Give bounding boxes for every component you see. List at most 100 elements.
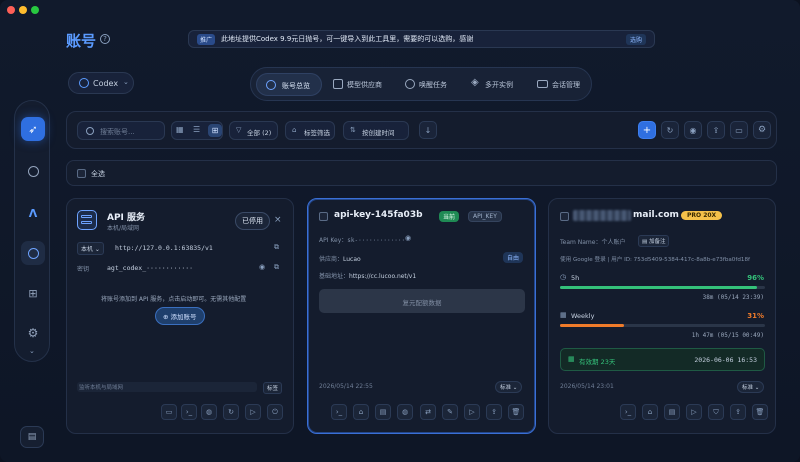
sidebar-item-antigravity[interactable]: Λ bbox=[21, 201, 45, 225]
notice-bar: 推广 此地址提供Codex 9.9元日抛号，可一键导入到此工具里，需要的可以选购… bbox=[188, 30, 655, 48]
acct-delete-button[interactable]: 🗑 bbox=[752, 404, 768, 420]
api-terminal-button[interactable]: ›_ bbox=[181, 404, 197, 420]
search-input[interactable]: 搜索账号... bbox=[100, 127, 135, 137]
sidebar-item-rocket[interactable]: ➶ bbox=[21, 117, 45, 141]
sidebar-item-settings[interactable]: ⚙ bbox=[21, 321, 45, 345]
tag-filter-label: 标签筛选 bbox=[304, 129, 330, 137]
chevron-down-icon[interactable]: ⌄ bbox=[29, 347, 35, 355]
provider-value: Lucao bbox=[343, 256, 361, 263]
select-all-checkbox[interactable] bbox=[77, 169, 86, 178]
settings-button[interactable]: ⚙ bbox=[753, 121, 771, 139]
filter-all-button[interactable]: ▽ 全部 (2) bbox=[229, 121, 278, 140]
tier-select[interactable]: 标准 ⌄ bbox=[737, 381, 765, 393]
acct-tag-button[interactable]: ⌂ bbox=[642, 404, 658, 420]
footer-input[interactable]: 监听本机与局域网 bbox=[77, 382, 257, 392]
close-icon[interactable]: × bbox=[274, 215, 282, 225]
tab-instances[interactable]: ◈ 多开实例 bbox=[469, 73, 525, 96]
play-icon: ▷ bbox=[250, 408, 256, 416]
tab-providers-label: 模型供应商 bbox=[347, 81, 382, 89]
tag-filter-button[interactable]: ⌂ 标签筛选 bbox=[285, 121, 335, 140]
eye-icon[interactable]: ◉ bbox=[405, 234, 411, 242]
acct-terminal-button[interactable]: ›_ bbox=[620, 404, 636, 420]
help-icon[interactable]: ? bbox=[100, 34, 110, 44]
tab-wakeup[interactable]: 唤醒任务 bbox=[403, 73, 463, 96]
api-service-title: API 服务 bbox=[107, 213, 146, 223]
terminal-icon: ›_ bbox=[185, 408, 193, 416]
refresh-icon: ↻ bbox=[666, 125, 674, 135]
table-view-icon[interactable]: ▦ bbox=[176, 125, 184, 134]
filter-icon: ▽ bbox=[236, 126, 242, 134]
quota-weekly-label: Weekly bbox=[571, 312, 595, 320]
api-empty-text: 将账号添加到 API 服务，点击启动即可。无需其他配置 bbox=[101, 296, 247, 303]
quota-weekly-reset: 1h 47m (05/15 00:49) bbox=[691, 332, 764, 339]
notice-action-button[interactable]: 选购 bbox=[625, 34, 646, 45]
eye-icon[interactable]: ◉ bbox=[259, 263, 265, 271]
acct-shield-button[interactable]: ⛉ bbox=[708, 404, 724, 420]
scope-select[interactable]: 本机 ⌄ bbox=[77, 242, 104, 255]
key-switch-button[interactable]: ⇄ bbox=[420, 404, 436, 420]
api-status-button[interactable]: 已停用 bbox=[235, 212, 270, 230]
plan-badge: PRO 20X bbox=[681, 211, 723, 220]
api-key-label: 密钥 bbox=[77, 266, 90, 273]
card-checkbox[interactable] bbox=[560, 212, 569, 221]
search-box[interactable]: 搜索账号... bbox=[77, 121, 165, 140]
import-button[interactable]: ▭ bbox=[730, 121, 748, 139]
tab-providers[interactable]: 模型供应商 bbox=[331, 73, 397, 96]
card-checkbox[interactable] bbox=[319, 212, 328, 221]
key-play-button[interactable]: ▷ bbox=[464, 404, 480, 420]
api-start-button[interactable]: ▷ bbox=[245, 404, 261, 420]
close-dot[interactable] bbox=[7, 6, 15, 14]
acct-doc-button[interactable]: ▤ bbox=[664, 404, 680, 420]
sort-button[interactable]: ⇅ 按创建时间 bbox=[343, 121, 409, 140]
add-account-to-api-button[interactable]: ⊕ 添加账号 bbox=[155, 307, 205, 325]
api-database-button[interactable]: ◍ bbox=[201, 404, 217, 420]
doc-button[interactable]: ▤ bbox=[20, 426, 44, 448]
grid-view-icon[interactable]: ⊞ bbox=[208, 124, 222, 137]
expiry-box: ▦ 有效期 23天 2026-06-06 16:53 bbox=[560, 348, 765, 371]
tier-select[interactable]: 标准 ⌄ bbox=[495, 381, 523, 393]
restore-quota-button[interactable]: 复元配额数据 bbox=[319, 289, 525, 313]
tab-overview[interactable]: 账号总览 bbox=[256, 73, 322, 96]
sort-direction-button[interactable]: ↓ bbox=[419, 121, 437, 139]
sidebar-item-dashboard[interactable] bbox=[21, 159, 45, 183]
api-power-button[interactable]: ⏻ bbox=[267, 404, 283, 420]
list-view-icon[interactable]: ☰ bbox=[193, 125, 200, 134]
export-button[interactable]: ⇪ bbox=[707, 121, 725, 139]
tag-icon: ⌂ bbox=[647, 408, 653, 416]
copy-icon[interactable]: ⧉ bbox=[274, 263, 279, 272]
visibility-button[interactable]: ◉ bbox=[684, 121, 702, 139]
scope-label: 本机 bbox=[81, 246, 94, 253]
copy-icon[interactable]: ⧉ bbox=[274, 243, 279, 252]
footer-tag[interactable]: 标签 bbox=[263, 382, 283, 394]
sidebar-item-apps[interactable]: ⊞ bbox=[21, 281, 45, 305]
api-service-card: API 服务 本机/局域网 已停用 × 本机 ⌄ http://127.0.0.… bbox=[66, 198, 294, 434]
key-terminal-button[interactable]: ›_ bbox=[331, 404, 347, 420]
document-icon: ▤ bbox=[27, 432, 37, 442]
key-doc-button[interactable]: ▤ bbox=[375, 404, 391, 420]
minimize-dot[interactable] bbox=[19, 6, 27, 14]
maximize-dot[interactable] bbox=[31, 6, 39, 14]
api-restart-button[interactable]: ↻ bbox=[223, 404, 239, 420]
add-account-button[interactable]: + bbox=[638, 121, 656, 139]
key-export-button[interactable]: ⇪ bbox=[486, 404, 502, 420]
toolbar: 搜索账号... ▦ ☰ ⊞ ▽ 全部 (2) ⌂ 标签筛选 ⇅ 按创建时间 ↓ … bbox=[66, 111, 777, 149]
api-folder-button[interactable]: ▭ bbox=[161, 404, 177, 420]
tab-wakeup-label: 唤醒任务 bbox=[419, 81, 447, 89]
key-delete-button[interactable]: 🗑 bbox=[508, 404, 524, 420]
key-tag-button[interactable]: ⌂ bbox=[353, 404, 369, 420]
key-database-button[interactable]: ◍ bbox=[397, 404, 413, 420]
upload-icon: ⇪ bbox=[712, 125, 720, 135]
acct-export-button[interactable]: ⇪ bbox=[730, 404, 746, 420]
add-note-button[interactable]: ▤ 加备注 bbox=[638, 235, 670, 247]
tab-sessions[interactable]: 会话管理 bbox=[535, 73, 591, 96]
refresh-button[interactable]: ↻ bbox=[661, 121, 679, 139]
add-account-label: 添加账号 bbox=[170, 313, 197, 321]
api-key-row: API Key：sk-·············· bbox=[319, 235, 409, 244]
model-select[interactable]: Codex ⌄ bbox=[68, 72, 134, 94]
key-edit-button[interactable]: ✎ bbox=[442, 404, 458, 420]
folder-icon: ▭ bbox=[735, 125, 743, 135]
current-badge: 当前 bbox=[439, 211, 460, 222]
acct-play-button[interactable]: ▷ bbox=[686, 404, 702, 420]
sidebar-item-codex[interactable] bbox=[21, 241, 45, 265]
created-date: 2026/05/14 23:01 bbox=[560, 383, 614, 390]
